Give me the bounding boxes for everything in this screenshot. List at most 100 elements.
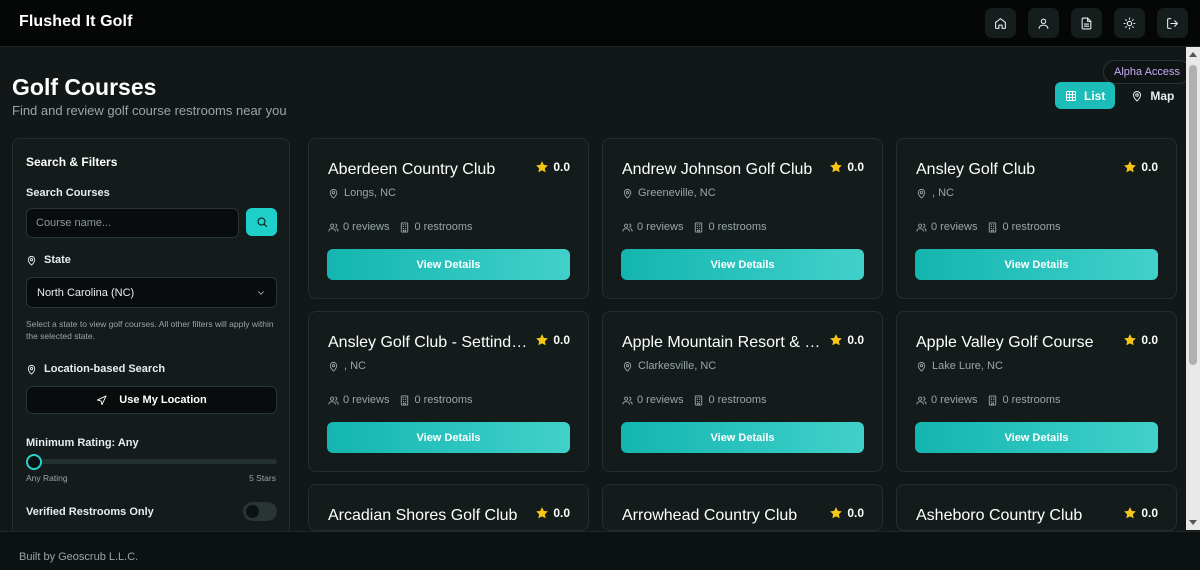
scroll-down-arrow[interactable] xyxy=(1189,520,1197,525)
view-toggle: List Map xyxy=(1055,82,1184,109)
view-details-button[interactable]: View Details xyxy=(915,422,1158,453)
map-pin-icon xyxy=(1133,90,1142,101)
star-icon xyxy=(1124,334,1137,346)
min-rating-slider-track[interactable] xyxy=(32,459,277,464)
course-card: Arrowhead Country Club 0.0 xyxy=(602,484,883,531)
search-label-text: Search Courses xyxy=(26,187,110,199)
app-title[interactable]: Flushed It Golf xyxy=(19,13,133,31)
course-card: Asheboro Country Club 0.0 xyxy=(896,484,1177,531)
course-rating: 0.0 xyxy=(829,333,864,347)
view-details-button[interactable]: View Details xyxy=(915,249,1158,280)
footer-credit: Built by Geoscrub L.L.C. xyxy=(19,551,139,563)
map-view-button[interactable]: Map xyxy=(1121,82,1184,109)
search-button[interactable] xyxy=(246,208,277,236)
users-icon xyxy=(328,396,339,405)
user-icon xyxy=(1038,18,1049,29)
course-name[interactable]: Arcadian Shores Golf Club xyxy=(328,507,528,525)
star-icon xyxy=(1124,161,1137,173)
course-search-input[interactable] xyxy=(26,208,239,238)
state-select[interactable]: North Carolina (NC) xyxy=(26,277,277,308)
course-rating: 0.0 xyxy=(829,506,864,520)
page-scrollbar[interactable] xyxy=(1186,47,1200,530)
scroll-thumb[interactable] xyxy=(1189,65,1197,365)
list-view-button[interactable]: List xyxy=(1055,82,1116,109)
course-name[interactable]: Ansley Golf Club xyxy=(916,161,1116,179)
course-card: Ansley Golf Club 0.0 , NC 0 reviews 0 re… xyxy=(896,138,1177,299)
grid-icon xyxy=(1066,90,1076,101)
restrooms-text: 0 restrooms xyxy=(414,394,473,406)
course-name[interactable]: Asheboro Country Club xyxy=(916,507,1116,525)
reviews-text: 0 reviews xyxy=(343,221,390,233)
verified-label: Verified Restrooms Only xyxy=(26,506,154,518)
use-my-location-button[interactable]: Use My Location xyxy=(26,386,277,414)
course-stats: 0 reviews 0 restrooms xyxy=(916,221,1061,233)
view-details-button[interactable]: View Details xyxy=(327,249,570,280)
location-label: Location-based Search xyxy=(26,363,165,375)
course-rating: 0.0 xyxy=(1123,506,1158,520)
course-card: Arcadian Shores Golf Club 0.0 xyxy=(308,484,589,531)
course-name[interactable]: Ansley Golf Club - Settindown Creek xyxy=(328,334,528,352)
location-text: Lake Lure, NC xyxy=(932,360,1003,372)
navigation-arrow-icon xyxy=(97,394,107,405)
page-subtitle: Find and review golf course restrooms ne… xyxy=(12,103,287,118)
location-text: Clarkesville, NC xyxy=(638,360,717,372)
view-details-button[interactable]: View Details xyxy=(327,422,570,453)
verified-only-toggle[interactable] xyxy=(243,502,277,521)
reviews-text: 0 reviews xyxy=(931,394,978,406)
course-stats: 0 reviews 0 restrooms xyxy=(328,221,473,233)
state-select-value: North Carolina (NC) xyxy=(37,286,135,299)
home-button[interactable] xyxy=(985,8,1016,38)
min-rating-slider-thumb[interactable] xyxy=(26,454,42,470)
course-location: Lake Lure, NC xyxy=(916,360,1003,372)
users-icon xyxy=(916,396,927,405)
filters-panel: Search & Filters Search Courses State No… xyxy=(12,138,290,538)
star-icon xyxy=(830,334,843,346)
chevron-down-icon xyxy=(258,290,264,295)
building-icon xyxy=(695,221,703,233)
min-rating-label: Minimum Rating: Any xyxy=(26,437,139,449)
building-icon xyxy=(989,221,997,233)
course-name[interactable]: Aberdeen Country Club xyxy=(328,161,528,179)
top-navbar: Flushed It Golf xyxy=(0,0,1200,47)
course-name[interactable]: Arrowhead Country Club xyxy=(622,507,822,525)
location-text: , NC xyxy=(932,187,954,199)
theme-toggle-button[interactable] xyxy=(1114,8,1145,38)
restrooms-count: 0 restrooms xyxy=(987,221,1061,233)
list-view-label: List xyxy=(1084,88,1106,103)
location-text: Greeneville, NC xyxy=(638,187,716,199)
location-label-text: Location-based Search xyxy=(44,363,166,375)
restrooms-count: 0 restrooms xyxy=(987,394,1061,406)
profile-button[interactable] xyxy=(1028,8,1059,38)
course-card: Apple Valley Golf Course 0.0 Lake Lure, … xyxy=(896,311,1177,472)
star-icon xyxy=(830,161,843,173)
reviews-text: 0 reviews xyxy=(343,394,390,406)
course-card: Andrew Johnson Golf Club 0.0 Greeneville… xyxy=(602,138,883,299)
location-text: , NC xyxy=(344,360,366,372)
search-icon xyxy=(257,217,267,227)
course-stats: 0 reviews 0 restrooms xyxy=(622,394,767,406)
rating-value: 0.0 xyxy=(1141,333,1158,347)
view-details-button[interactable]: View Details xyxy=(621,249,864,280)
state-label: State xyxy=(26,254,71,266)
course-rating: 0.0 xyxy=(1123,160,1158,174)
alpha-access-badge: Alpha Access xyxy=(1103,60,1192,84)
reviews-count: 0 reviews xyxy=(916,394,977,406)
view-details-button[interactable]: View Details xyxy=(621,422,864,453)
reviews-count: 0 reviews xyxy=(622,221,683,233)
map-pin-icon xyxy=(329,361,338,372)
course-name[interactable]: Apple Mountain Resort & Golf Club xyxy=(622,334,822,352)
restrooms-count: 0 restrooms xyxy=(399,394,473,406)
sun-icon xyxy=(1123,17,1136,29)
state-hint: Select a state to view golf courses. All… xyxy=(26,319,274,341)
star-icon xyxy=(1124,507,1137,519)
course-rating: 0.0 xyxy=(535,333,570,347)
map-pin-icon xyxy=(329,188,338,199)
documents-button[interactable] xyxy=(1071,8,1102,38)
reviews-count: 0 reviews xyxy=(328,221,389,233)
scroll-up-arrow[interactable] xyxy=(1189,52,1197,57)
restrooms-count: 0 restrooms xyxy=(693,394,767,406)
course-name[interactable]: Apple Valley Golf Course xyxy=(916,334,1116,352)
building-icon xyxy=(695,394,703,406)
course-name[interactable]: Andrew Johnson Golf Club xyxy=(622,161,822,179)
logout-button[interactable] xyxy=(1157,8,1188,38)
